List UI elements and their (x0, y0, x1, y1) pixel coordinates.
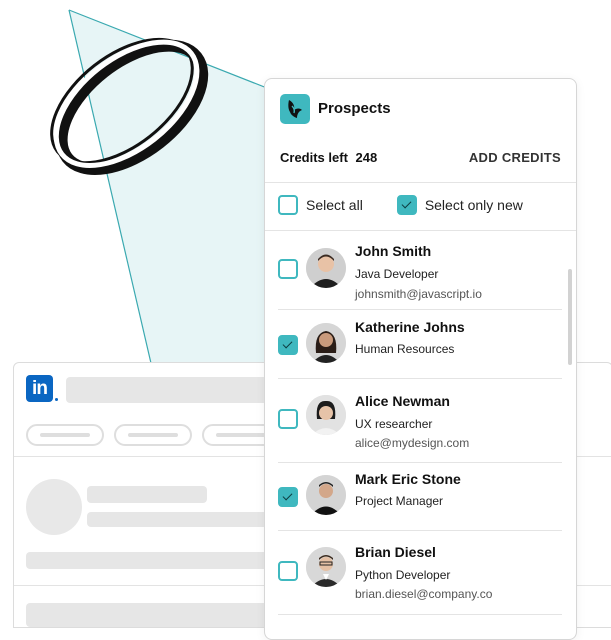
prospect-checkbox[interactable] (278, 259, 298, 279)
scrollbar[interactable] (568, 269, 572, 365)
profile-avatar-placeholder (26, 479, 82, 535)
select-all-label[interactable]: Select all (306, 197, 363, 213)
list-item[interactable]: John Smith Java Developer johnsmith@java… (278, 231, 562, 313)
search-bar-placeholder (66, 377, 276, 403)
avatar (306, 547, 346, 587)
app-logo-icon (280, 94, 310, 124)
divider (265, 182, 576, 183)
prospect-role: Human Resources (355, 342, 455, 356)
filter-pill-placeholder (114, 424, 192, 446)
prospect-checkbox[interactable] (278, 487, 298, 507)
avatar (306, 475, 346, 515)
prospect-checkbox[interactable] (278, 335, 298, 355)
prospect-role: Project Manager (355, 494, 444, 508)
avatar (306, 248, 346, 288)
linkedin-logo-dot (55, 398, 58, 401)
avatar (306, 395, 346, 435)
divider (278, 309, 562, 310)
text-line-placeholder (26, 603, 276, 627)
panel-header: Prospects Credits left 248 ADD CREDITS S… (265, 79, 576, 231)
prospect-email: alice@mydesign.com (355, 436, 470, 450)
bird-icon (288, 100, 302, 118)
prospect-name: Alice Newman (355, 393, 450, 409)
select-only-new-label[interactable]: Select only new (425, 197, 523, 213)
filter-pill-placeholder (26, 424, 104, 446)
text-line-placeholder (26, 552, 276, 569)
list-item[interactable]: Alice Newman UX researcher alice@mydesig… (278, 379, 562, 461)
prospect-name: Brian Diesel (355, 544, 436, 560)
divider (278, 614, 562, 615)
credits-value: 248 (355, 150, 378, 165)
prospect-role: Java Developer (355, 267, 439, 281)
prospect-email: brian.diesel@company.co (355, 587, 493, 601)
text-line-placeholder (87, 486, 207, 503)
select-all-checkbox[interactable] (278, 195, 298, 215)
list-item[interactable]: Brian Diesel Python Developer brian.dies… (278, 531, 562, 613)
prospect-role: Python Developer (355, 568, 451, 582)
avatar (306, 323, 346, 363)
prospect-email: johnsmith@javascript.io (355, 287, 482, 301)
prospect-checkbox[interactable] (278, 409, 298, 429)
prospect-checkbox[interactable] (278, 561, 298, 581)
linkedin-logo: in (26, 375, 53, 402)
prospects-panel: Prospects Credits left 248 ADD CREDITS S… (264, 78, 577, 640)
prospect-name: John Smith (355, 243, 432, 259)
prospect-role: UX researcher (355, 417, 433, 431)
credits-left: Credits left 248 (280, 150, 377, 165)
credits-label: Credits left (280, 150, 348, 165)
prospect-name: Katherine Johns (355, 319, 465, 335)
add-credits-button[interactable]: ADD CREDITS (469, 150, 561, 165)
selection-controls: Select all Select only new (278, 194, 523, 216)
panel-title: Prospects (318, 100, 391, 117)
prospect-name: Mark Eric Stone (355, 471, 461, 487)
text-line-placeholder (87, 512, 277, 527)
select-only-new-checkbox[interactable] (396, 195, 417, 215)
